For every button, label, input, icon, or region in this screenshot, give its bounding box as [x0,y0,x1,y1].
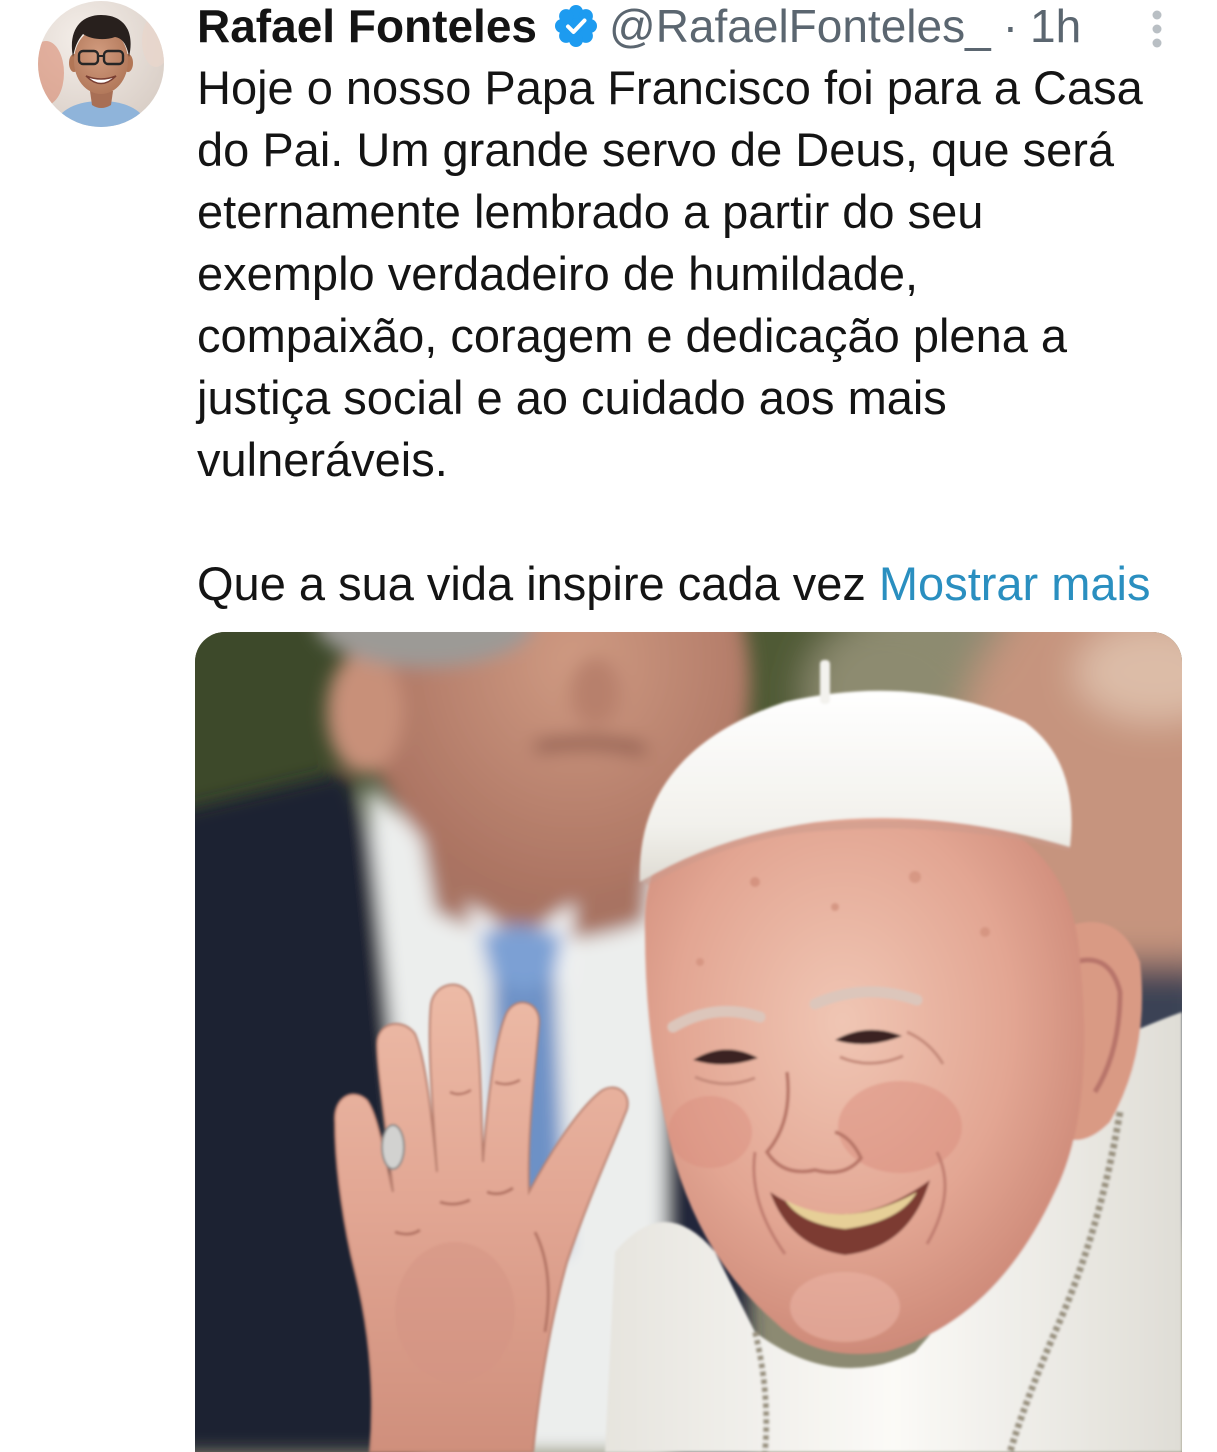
tweet-text-tail: Que a sua vida inspire cada vez [197,557,866,610]
photo-illustration [195,632,1182,1452]
tweet-text-line: exemplo verdadeiro de humildade, [197,247,919,300]
tweet-text-line: vulneráveis. [197,433,448,486]
timestamp[interactable]: 1h [1030,2,1081,50]
tweet-text-line: do Pai. Um grande servo de Deus, que ser… [197,123,1115,176]
tweet-text-line: eternamente lembrado a partir do seu [197,185,984,238]
more-vertical-icon[interactable] [1146,5,1168,49]
tweet-header: Rafael Fonteles @RafaelFonteles_ · 1h [197,2,1081,50]
tweet-text-line: justiça social e ao cuidado aos mais [197,371,947,424]
avatar[interactable] [38,1,164,127]
tweet-text-line: compaixão, coragem e dedicação plena a [197,309,1068,362]
tweet-photo[interactable] [195,632,1182,1452]
tweet-text-line: Hoje o nosso Papa Francisco foi para a C… [197,61,1143,114]
avatar-photo [38,1,164,127]
verified-badge-icon [555,5,597,47]
tweet-text: Hoje o nosso Papa Francisco foi para a C… [197,57,1151,615]
author-handle[interactable]: @RafaelFonteles_ [609,2,991,50]
author-name[interactable]: Rafael Fonteles [197,2,537,50]
tweet-text-last-line: Que a sua vida inspire cada vez Mostrar … [197,553,1151,615]
show-more-link[interactable]: Mostrar mais [879,557,1151,610]
separator-dot: · [1002,0,1019,52]
